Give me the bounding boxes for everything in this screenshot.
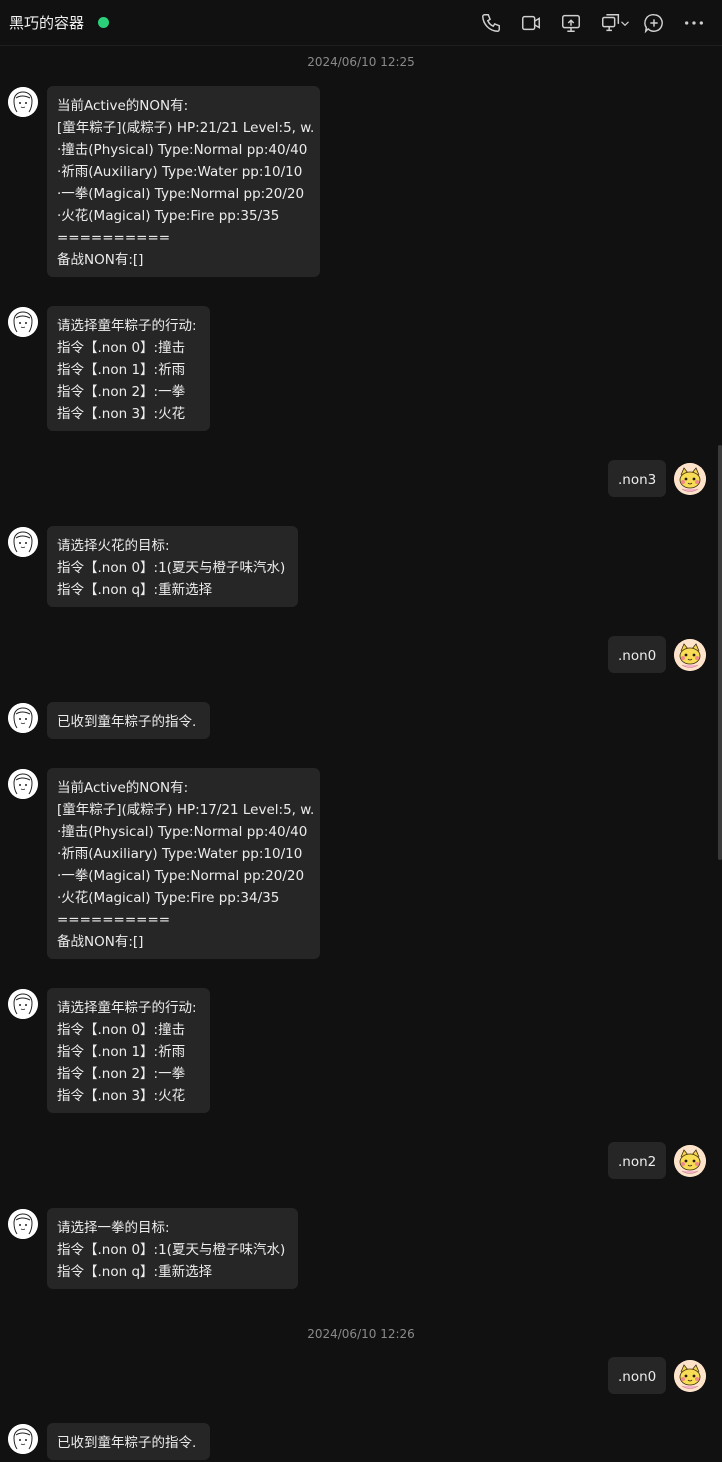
- message-line: 当前Active的NON有:: [57, 98, 189, 114]
- message-line: 请选择一拳的目标:: [57, 1220, 170, 1236]
- outgoing-message: .non2: [0, 1142, 722, 1179]
- message-line: 指令【.non 3】:火花: [57, 1088, 186, 1104]
- message-line: 已收到童年粽子的指令.: [57, 1435, 197, 1451]
- outgoing-message: .non0: [0, 636, 722, 673]
- incoming-message: 请选择童年粽子的行动: 指令【.non 0】:撞击 指令【.non 1】:祈雨 指令【…: [0, 306, 722, 431]
- message-bubble[interactable]: 请选择火花的目标: 指令【.non 0】:1(夏天与橙子味汽水) 指令【.non q…: [47, 526, 298, 607]
- message-line: 请选择童年粽子的行动:: [57, 318, 197, 334]
- bot-avatar[interactable]: [8, 307, 38, 337]
- message-line: .non2: [618, 1154, 657, 1170]
- message-list: 2024/06/10 12:25 当前Active的NON有: [童年粽子](咸粽子…: [0, 46, 722, 1462]
- message-bubble[interactable]: .non2: [608, 1142, 666, 1179]
- message-line: ·撞击(Physical) Type:Normal pp:40/40: [57, 142, 308, 158]
- chat-header: 黑巧的容器: [0, 0, 722, 46]
- message-bubble[interactable]: 当前Active的NON有: [童年粽子](咸粽子) HP:21/21 Level…: [47, 86, 320, 277]
- message-line: .non3: [618, 472, 657, 488]
- user-avatar[interactable]: [674, 463, 706, 495]
- message-line: 指令【.non 2】:一拳: [57, 1066, 186, 1082]
- message-bubble[interactable]: 当前Active的NON有: [童年粽子](咸粽子) HP:17/21 Level…: [47, 768, 320, 959]
- message-line: 指令【.non 1】:祈雨: [57, 1044, 186, 1060]
- chevron-down-icon[interactable]: [618, 12, 632, 34]
- incoming-message: 请选择一拳的目标: 指令【.non 0】:1(夏天与橙子味汽水) 指令【.non q…: [0, 1208, 722, 1289]
- more-icon[interactable]: [683, 12, 705, 34]
- message-line: 当前Active的NON有:: [57, 780, 189, 796]
- message-line: 指令【.non q】:重新选择: [57, 1264, 213, 1280]
- incoming-message: 请选择火花的目标: 指令【.non 0】:1(夏天与橙子味汽水) 指令【.non q…: [0, 526, 722, 607]
- timestamp: 2024/06/10 12:25: [307, 55, 415, 69]
- bot-avatar[interactable]: [8, 703, 38, 733]
- message-line: 已收到童年粽子的指令.: [57, 714, 197, 730]
- incoming-message: 已收到童年粽子的指令.: [0, 1423, 722, 1460]
- user-avatar[interactable]: [674, 1360, 706, 1392]
- message-line: 请选择火花的目标:: [57, 538, 170, 554]
- message-line: .non0: [618, 1369, 657, 1385]
- incoming-message: 请选择童年粽子的行动: 指令【.non 0】:撞击 指令【.non 1】:祈雨 指令【…: [0, 988, 722, 1113]
- message-line: 备战NON有:[]: [57, 934, 144, 950]
- online-status-dot: [98, 17, 109, 28]
- message-line: [童年粽子](咸粽子) HP:21/21 Level:5, w.: [57, 120, 315, 136]
- message-line: ·一拳(Magical) Type:Normal pp:20/20: [57, 186, 305, 202]
- message-line: 指令【.non 2】:一拳: [57, 384, 186, 400]
- bot-avatar[interactable]: [8, 1424, 38, 1454]
- message-bubble[interactable]: .non0: [608, 1357, 666, 1394]
- bot-avatar[interactable]: [8, 1209, 38, 1239]
- message-line: ·火花(Magical) Type:Fire pp:34/35: [57, 890, 280, 906]
- message-line: .non0: [618, 648, 657, 664]
- message-line: ·火花(Magical) Type:Fire pp:35/35: [57, 208, 280, 224]
- message-bubble[interactable]: .non0: [608, 636, 666, 673]
- incoming-message: 当前Active的NON有: [童年粽子](咸粽子) HP:17/21 Level…: [0, 768, 722, 959]
- message-bubble[interactable]: 请选择童年粽子的行动: 指令【.non 0】:撞击 指令【.non 1】:祈雨 指令【…: [47, 988, 210, 1113]
- phone-icon[interactable]: [480, 12, 502, 34]
- incoming-message: 当前Active的NON有: [童年粽子](咸粽子) HP:21/21 Level…: [0, 86, 722, 277]
- message-line: 请选择童年粽子的行动:: [57, 1000, 197, 1016]
- message-line: ==========: [57, 230, 171, 246]
- chat-title: 黑巧的容器: [9, 14, 85, 32]
- screen-share-icon[interactable]: [560, 12, 582, 34]
- message-bubble[interactable]: 请选择一拳的目标: 指令【.non 0】:1(夏天与橙子味汽水) 指令【.non q…: [47, 1208, 298, 1289]
- outgoing-message: .non3: [0, 460, 722, 497]
- message-line: ·祈雨(Auxiliary) Type:Water pp:10/10: [57, 164, 303, 180]
- video-icon[interactable]: [520, 12, 542, 34]
- message-line: 指令【.non 0】:撞击: [57, 1022, 186, 1038]
- message-line: 指令【.non 0】:撞击: [57, 340, 186, 356]
- message-bubble[interactable]: 已收到童年粽子的指令.: [47, 702, 210, 739]
- timestamp: 2024/06/10 12:26: [307, 1327, 415, 1341]
- message-bubble[interactable]: 已收到童年粽子的指令.: [47, 1423, 210, 1460]
- message-line: 指令【.non 0】:1(夏天与橙子味汽水): [57, 560, 286, 576]
- user-avatar[interactable]: [674, 639, 706, 671]
- message-bubble[interactable]: 请选择童年粽子的行动: 指令【.non 0】:撞击 指令【.non 1】:祈雨 指令【…: [47, 306, 210, 431]
- message-line: 指令【.non 0】:1(夏天与橙子味汽水): [57, 1242, 286, 1258]
- user-avatar[interactable]: [674, 1145, 706, 1177]
- message-line: ·祈雨(Auxiliary) Type:Water pp:10/10: [57, 846, 303, 862]
- bot-avatar[interactable]: [8, 769, 38, 799]
- add-icon[interactable]: [643, 12, 665, 34]
- outgoing-message: .non0: [0, 1357, 722, 1394]
- bot-avatar[interactable]: [8, 527, 38, 557]
- message-line: 指令【.non 3】:火花: [57, 406, 186, 422]
- message-line: 指令【.non q】:重新选择: [57, 582, 213, 598]
- message-line: [童年粽子](咸粽子) HP:17/21 Level:5, w.: [57, 802, 315, 818]
- bot-avatar[interactable]: [8, 87, 38, 117]
- message-line: ·一拳(Magical) Type:Normal pp:20/20: [57, 868, 305, 884]
- message-line: ·撞击(Physical) Type:Normal pp:40/40: [57, 824, 308, 840]
- message-bubble[interactable]: .non3: [608, 460, 666, 497]
- bot-avatar[interactable]: [8, 989, 38, 1019]
- incoming-message: 已收到童年粽子的指令.: [0, 702, 722, 739]
- message-line: ==========: [57, 912, 171, 928]
- message-line: 备战NON有:[]: [57, 252, 144, 268]
- message-line: 指令【.non 1】:祈雨: [57, 362, 186, 378]
